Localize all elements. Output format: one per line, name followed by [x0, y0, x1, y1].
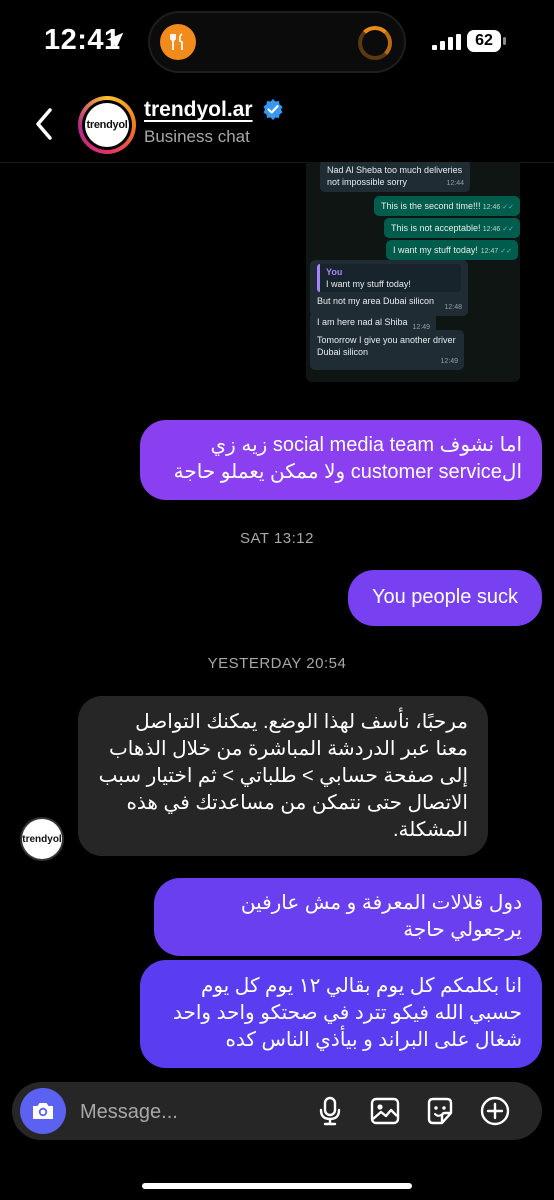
chat-header: trendyol trendyol.ar Business chat	[0, 86, 554, 163]
avatar-logo-text: trendyol	[85, 103, 129, 147]
wa-quoted-reply: You I want my stuff today!	[317, 264, 461, 292]
home-indicator[interactable]	[142, 1183, 412, 1189]
outgoing-message[interactable]: You people suck	[348, 570, 542, 626]
timestamp-separator: SAT 13:12	[240, 530, 314, 547]
message-input[interactable]	[78, 1094, 302, 1130]
food-app-icon	[160, 24, 196, 60]
verified-badge-icon	[263, 99, 283, 120]
battery-tip	[503, 37, 506, 45]
camera-icon	[33, 1103, 53, 1119]
outgoing-message[interactable]: اما نشوف social media team زيه زي الcust…	[140, 420, 542, 500]
wa-message-incoming: Tomorrow I give you another driver Dubai…	[310, 330, 464, 370]
location-arrow-icon	[106, 32, 124, 50]
message-line: اما نشوف social media team زيه زي	[210, 434, 522, 456]
outgoing-message[interactable]: انا بكلمكم كل يوم بقالي ١٢ يوم كل يوم حس…	[140, 960, 542, 1068]
message-text: You people suck	[371, 586, 519, 608]
microphone-icon[interactable]	[314, 1095, 346, 1127]
sticker-icon[interactable]	[424, 1095, 456, 1127]
image-gallery-icon[interactable]	[369, 1095, 401, 1127]
contact-subtitle: Business chat	[144, 127, 250, 146]
wa-message-incoming: Nad Al Sheba too much deliveries not imp…	[320, 162, 470, 192]
signal-icon	[432, 34, 461, 50]
contact-name[interactable]: trendyol.ar	[144, 98, 253, 122]
dynamic-island[interactable]	[150, 13, 404, 71]
message-line: الcustomer service ولا ممكن يعملو حاجة	[173, 461, 522, 483]
wa-message-incoming: You I want my stuff today! But not my ar…	[310, 260, 468, 316]
battery-icon: 62	[467, 30, 501, 52]
progress-ring-icon	[358, 26, 392, 60]
back-icon[interactable]	[28, 104, 62, 144]
contact-avatar[interactable]: trendyol	[78, 96, 136, 154]
wa-message-outgoing: This is not acceptable! 12:46 ✓✓	[384, 218, 520, 238]
timestamp-separator: YESTERDAY 20:54	[207, 655, 347, 672]
incoming-message[interactable]: مرحبًا، نأسف لهذا الوضع. يمكنك التواصل م…	[78, 696, 488, 856]
message-text: دول قلالات المعرفة و مش عارفين يرجعولي ح…	[240, 892, 522, 941]
add-plus-icon[interactable]	[479, 1095, 511, 1127]
message-text: مرحبًا، نأسف لهذا الوضع. يمكنك التواصل م…	[98, 711, 468, 841]
status-bar: 12:41 62	[0, 0, 554, 86]
sender-avatar[interactable]: trendyol	[22, 819, 62, 859]
message-text: انا بكلمكم كل يوم بقالي ١٢ يوم كل يوم حس…	[172, 975, 522, 1051]
message-composer	[12, 1082, 542, 1140]
outgoing-message[interactable]: دول قلالات المعرفة و مش عارفين يرجعولي ح…	[154, 878, 542, 956]
wa-message-outgoing: I want my stuff today! 12:47 ✓✓	[386, 240, 518, 260]
camera-button[interactable]	[20, 1088, 66, 1134]
shared-screenshot-image[interactable]: Nad Al Sheba too much deliveries not imp…	[306, 162, 520, 382]
wa-message-outgoing: This is the second time!!! 12:46 ✓✓	[374, 196, 520, 216]
